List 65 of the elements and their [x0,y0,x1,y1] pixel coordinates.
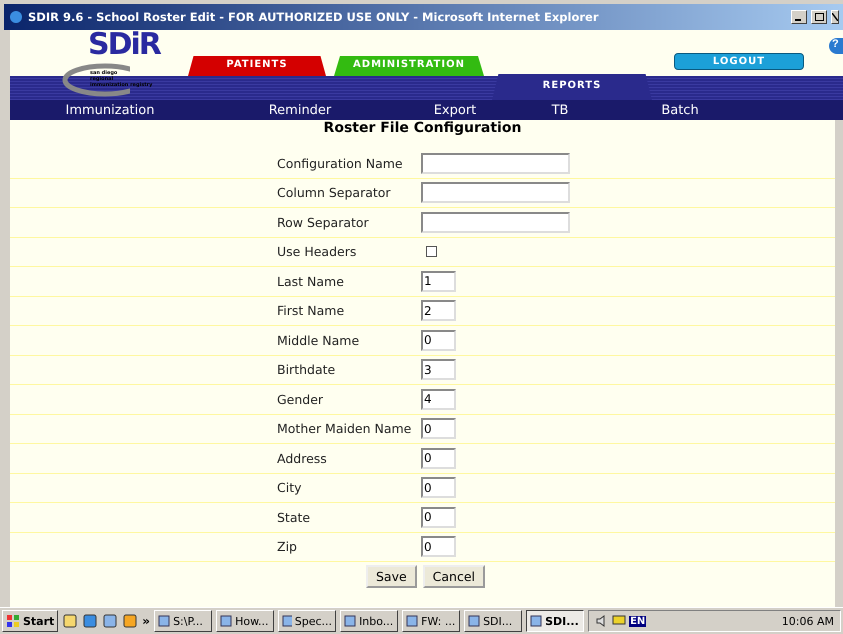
taskbar-button[interactable]: Spec... [278,610,336,632]
maximize-button[interactable] [811,10,827,24]
nav-link[interactable]: Export [390,102,520,118]
field-label: Last Name [277,274,345,289]
taskbar-button[interactable]: Inbo... [340,610,398,632]
input-field[interactable]: 0 [421,536,456,558]
field-label: City [277,480,302,496]
input-field[interactable]: 0 [421,477,456,498]
taskbar-button[interactable]: SDI... [464,610,522,632]
help-icon[interactable]: ? [829,38,843,54]
window-icon [220,615,232,627]
close-button[interactable] [831,10,839,24]
language-indicator[interactable]: EN [629,616,646,626]
field-label: Zip [277,539,298,554]
window-icon [406,615,418,627]
more-icon[interactable]: » [142,614,150,628]
nav-link[interactable]: Reminder [210,102,390,118]
field-label: Mother Maiden Name [277,421,412,436]
start-button[interactable]: Start [2,610,58,632]
taskbar-button[interactable]: How... [216,610,274,632]
field-label: State [277,510,312,525]
input-field[interactable] [421,212,570,233]
field-label: Row Separator [277,214,370,230]
input-field[interactable]: 3 [421,359,456,380]
cancel-button[interactable]: Cancel [422,565,486,588]
nav-link[interactable]: Immunization [10,102,210,118]
window-icon [282,615,292,627]
field-label: Gender [277,392,324,407]
taskbar-button[interactable]: S:\P... [154,610,212,632]
field-label: Middle Name [277,332,360,348]
input-field[interactable]: 0 [421,506,456,528]
window-title: SDIR 9.6 - School Roster Edit - FOR AUTHORIZED USE ONLY - Microsoft Internet Explorer [28,10,600,24]
form-title: Roster File Configuration [324,120,522,138]
input-field[interactable]: 0 [421,418,456,440]
taskbar-button[interactable]: FW: ... [402,610,460,632]
field-label: Use Headers [277,244,358,260]
nav-link[interactable]: Batch [600,102,760,118]
input-field[interactable]: 4 [421,388,456,410]
input-field[interactable]: 0 [421,448,456,469]
save-button[interactable]: Save [366,565,417,588]
minimize-button[interactable] [791,10,807,24]
window-icon [158,615,170,627]
input-field[interactable] [421,182,570,204]
field-label: Address [277,450,328,466]
maximize-icon [814,13,824,21]
field-label: Configuration Name [277,156,404,171]
field-label: First Name [277,303,346,318]
clock: 10:06 AM [782,614,834,628]
tab[interactable]: REPORTS [492,74,652,100]
input-field[interactable]: 1 [421,270,456,292]
field-label: Birthdate [277,362,336,378]
field-label: Column Separator [277,185,392,200]
window-icon [344,615,356,627]
tab[interactable]: PATIENTS [188,56,326,76]
nav-link[interactable]: TB [520,102,600,118]
checkbox[interactable] [426,246,437,258]
logo: SDiR [88,30,160,60]
windows-flag-icon [6,614,20,628]
input-field[interactable] [421,152,570,174]
window-icon [530,615,542,627]
window-icon [468,615,480,627]
taskbar-button[interactable]: SDI... [526,610,584,632]
input-field[interactable]: 0 [421,330,456,351]
input-field[interactable]: 2 [421,300,456,322]
scrollbar[interactable] [835,120,843,607]
